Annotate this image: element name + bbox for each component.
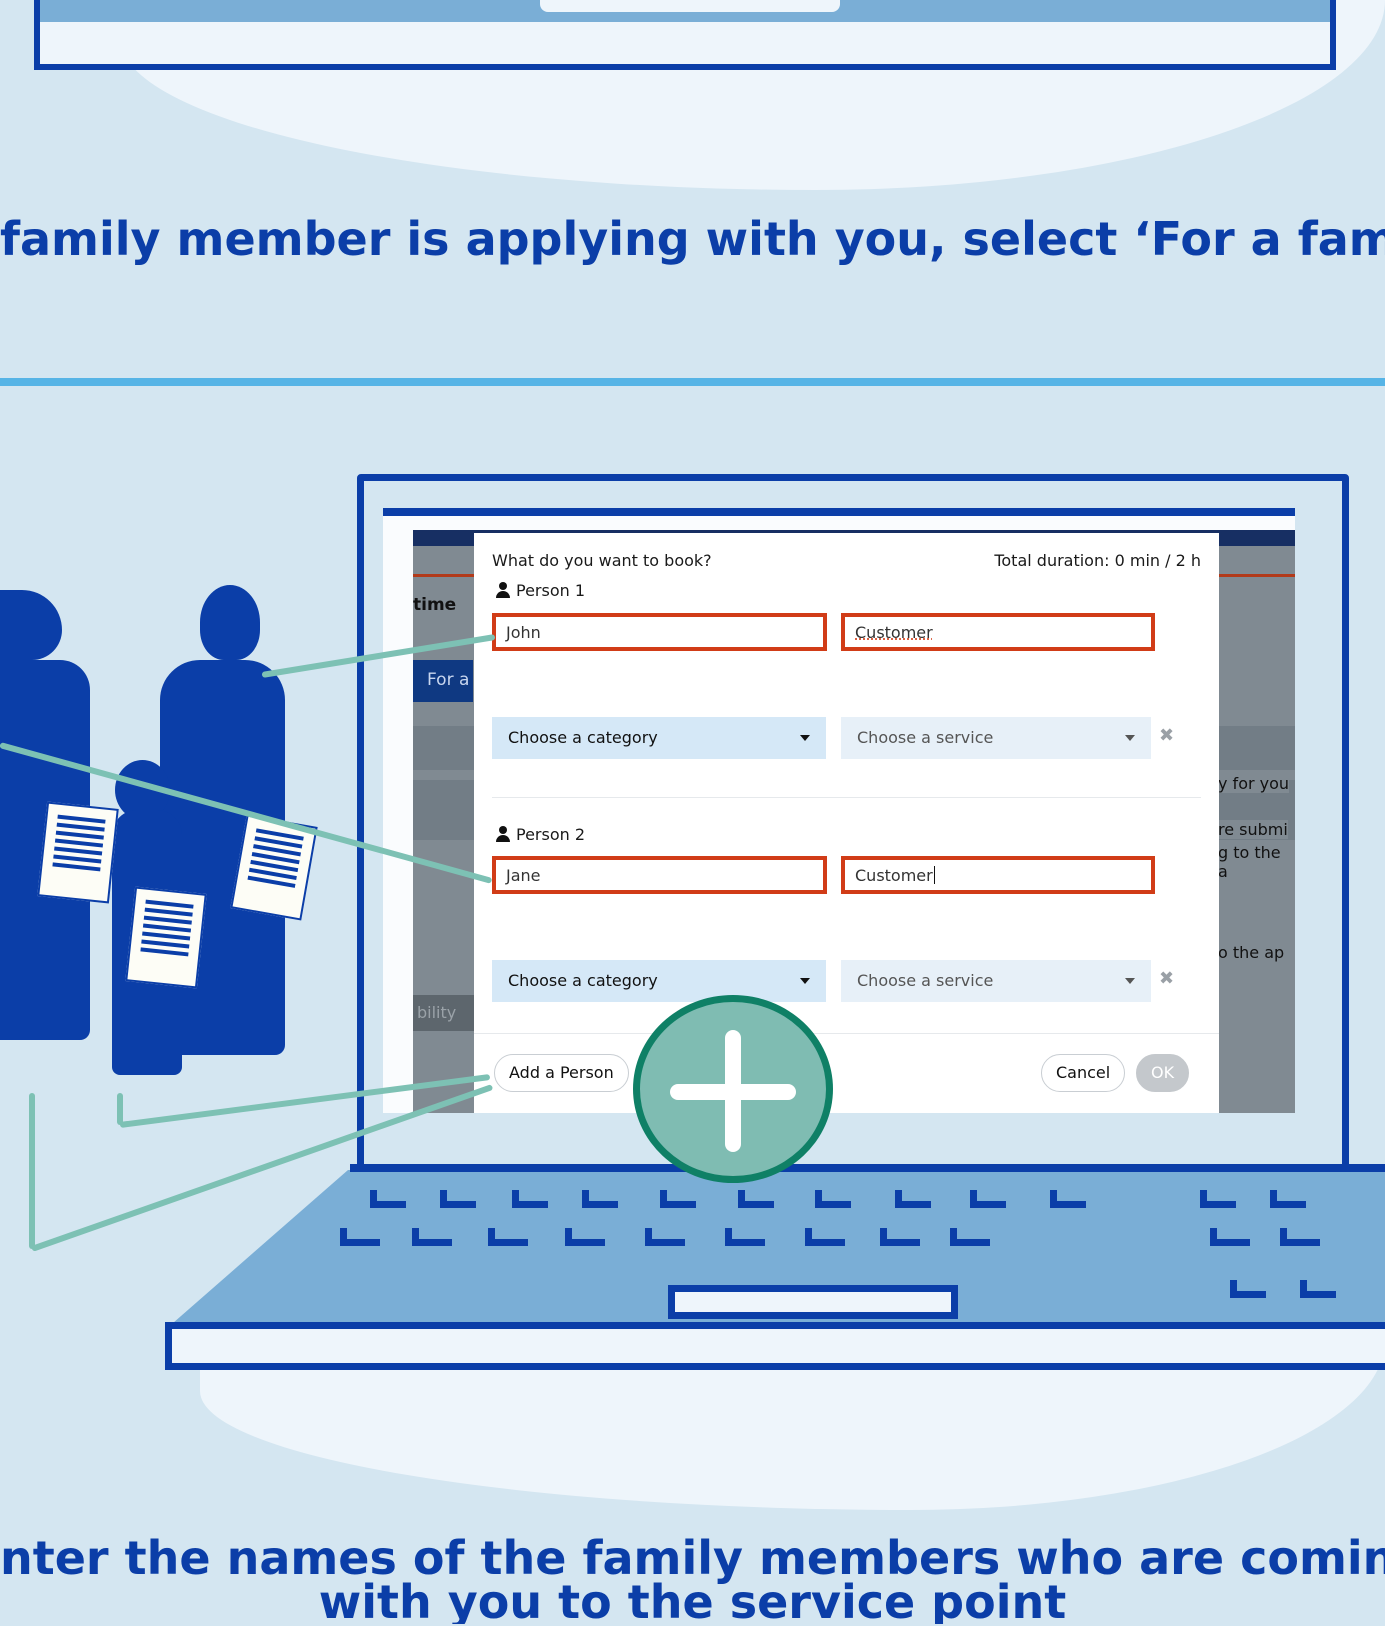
background-text: g to the a (1218, 843, 1295, 881)
keyboard-key (805, 1228, 845, 1246)
keyboard-key (738, 1190, 774, 1208)
man-head (200, 585, 260, 660)
instruction-caption-bottom-line2: with you to the service point (318, 1575, 1067, 1624)
person-separator (492, 797, 1201, 798)
document-icon (125, 886, 207, 989)
keyboard-key (370, 1190, 406, 1208)
keyboard-key (1270, 1190, 1306, 1208)
background-for-a-button: For a (413, 660, 473, 702)
keyboard-key (1200, 1190, 1236, 1208)
dialog-title: What do you want to book? (492, 551, 712, 570)
person-2-last-name-value: Customer (855, 866, 933, 885)
dropdown-caret-icon (1125, 735, 1135, 741)
keyboard-key (1230, 1280, 1266, 1298)
person-1-label-text: Person 1 (516, 581, 586, 600)
person-2-service-value: Choose a service (857, 971, 994, 990)
person-2-first-name-value: Jane (506, 866, 541, 885)
add-person-button[interactable]: Add a Person (494, 1054, 629, 1092)
text-cursor (933, 866, 935, 884)
document-icon (37, 801, 119, 904)
keyboard-key (440, 1190, 476, 1208)
keyboard-key (660, 1190, 696, 1208)
person-2-service-select[interactable]: Choose a service (841, 960, 1151, 1002)
person-2-category-select[interactable]: Choose a category (492, 960, 826, 1002)
instruction-caption-bottom: nter the names of the family members who… (0, 1536, 1385, 1624)
add-person-plus-icon (633, 995, 833, 1183)
keyboard-key (340, 1228, 380, 1246)
connector-line (29, 1093, 35, 1249)
connector-line (117, 1093, 123, 1125)
total-duration: Total duration: 0 min / 2 h (994, 551, 1201, 570)
plus-vertical-bar (725, 1030, 741, 1152)
section-divider (0, 378, 1385, 386)
woman-head (0, 590, 62, 660)
background-time-label: time (413, 595, 457, 615)
keyboard-key (1280, 1228, 1320, 1246)
trackpad (540, 0, 840, 12)
keyboard-key (950, 1228, 990, 1246)
person-1-category-value: Choose a category (508, 728, 658, 747)
keyboard-key (815, 1190, 851, 1208)
person-1-label: Person 1 (496, 581, 585, 600)
person-1-category-select[interactable]: Choose a category (492, 717, 826, 759)
person-1-first-name-value: John (506, 623, 541, 642)
booking-dialog: What do you want to book? Total duration… (474, 533, 1219, 1113)
keyboard-key (512, 1190, 548, 1208)
person-2-category-value: Choose a category (508, 971, 658, 990)
person-1-service-select[interactable]: Choose a service (841, 717, 1151, 759)
keyboard-key (1300, 1280, 1336, 1298)
person-2-label: Person 2 (496, 825, 585, 844)
keyboard-key (565, 1228, 605, 1246)
footer-separator (474, 1033, 1219, 1034)
person-1-first-name-input[interactable]: John (492, 613, 827, 651)
instruction-caption-top: family member is applying with you, sele… (0, 212, 1385, 266)
person-1-last-name-input[interactable]: Customer (841, 613, 1155, 651)
keyboard-key (488, 1228, 528, 1246)
spacebar-key (668, 1285, 958, 1319)
remove-icon[interactable]: ✖ (1159, 968, 1174, 989)
background-text: o the ap (1218, 943, 1285, 962)
background-text: y for you (1218, 774, 1290, 793)
keyboard-key (1050, 1190, 1086, 1208)
dropdown-caret-icon (800, 978, 810, 984)
person-icon (496, 826, 510, 842)
keyboard-key (645, 1228, 685, 1246)
keyboard-key (1210, 1228, 1250, 1246)
person-icon (496, 582, 510, 598)
person-2-last-name-input[interactable]: Customer (841, 856, 1155, 894)
person-2-first-name-input[interactable]: Jane (492, 856, 827, 894)
keyboard-key (895, 1190, 931, 1208)
person-1-last-name-value: Customer (855, 623, 933, 642)
keyboard-key (582, 1190, 618, 1208)
person-2-label-text: Person 2 (516, 825, 586, 844)
instruction-caption-bottom-line1: nter the names of the family members who… (0, 1536, 1385, 1585)
dropdown-caret-icon (800, 735, 810, 741)
laptop-hinge (350, 1164, 1385, 1172)
person-1-service-value: Choose a service (857, 728, 994, 747)
ok-button[interactable]: OK (1136, 1054, 1190, 1092)
laptop-base-front (165, 1322, 1385, 1370)
cancel-button[interactable]: Cancel (1041, 1054, 1126, 1092)
background-text: re submi (1218, 820, 1288, 839)
keyboard-key (970, 1190, 1006, 1208)
keyboard-key (412, 1228, 452, 1246)
dropdown-caret-icon (1125, 978, 1135, 984)
keyboard-key (880, 1228, 920, 1246)
background-ility-label: bility (413, 995, 483, 1031)
keyboard-key (725, 1228, 765, 1246)
top-laptop-illustration (34, 0, 1336, 70)
remove-icon[interactable]: ✖ (1159, 725, 1174, 746)
